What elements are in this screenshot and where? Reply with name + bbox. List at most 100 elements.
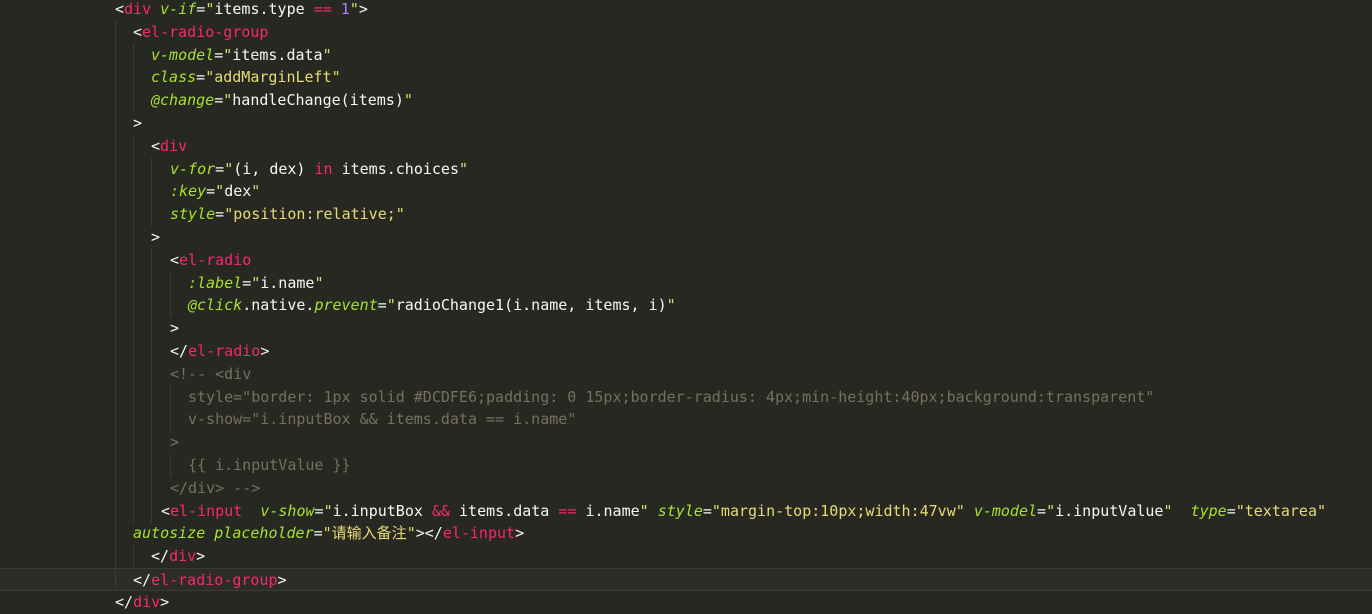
code-token: =	[196, 0, 206, 18]
indent-guide	[170, 271, 171, 295]
code-token: =	[1037, 501, 1047, 520]
code-token: </	[151, 547, 170, 566]
code-line[interactable]: @click.native.prevent="radioChange1(i.na…	[0, 294, 1372, 318]
code-token: >	[170, 319, 180, 338]
code-line[interactable]: <el-radio	[0, 248, 1372, 272]
code-token: <!-- <div	[170, 364, 252, 383]
code-token: =	[1226, 501, 1236, 520]
code-line[interactable]: style="border: 1px solid #DCDFE6;padding…	[0, 385, 1372, 409]
code-token: prevent	[314, 296, 378, 315]
code-line[interactable]: v-for="(i, dex) in items.choices"	[0, 157, 1372, 181]
code-token: ==	[313, 0, 332, 18]
code-token: v-show="i.inputBox && items.data == i.na…	[188, 410, 577, 429]
code-token: >	[151, 228, 161, 246]
code-token: <	[151, 136, 161, 155]
code-line[interactable]: </el-radio>	[0, 340, 1372, 363]
code-token: =	[242, 273, 252, 292]
indent-guide	[151, 294, 152, 318]
code-token: autosize	[133, 524, 206, 543]
code-token: div	[169, 547, 197, 566]
code-token: =	[377, 296, 387, 315]
code-token: &&	[431, 501, 450, 520]
indent-guide	[133, 454, 134, 477]
indent-guide	[133, 134, 134, 158]
code-text: </div>	[115, 591, 169, 614]
code-token: el-input	[170, 501, 243, 520]
indent-guide	[133, 226, 134, 249]
code-text: {{ i.inputValue }}	[188, 454, 351, 477]
code-line[interactable]: <div v-if="items.type == 1">	[0, 0, 1372, 21]
code-line[interactable]: style="position:relative;"	[0, 203, 1372, 227]
code-line[interactable]: </div>	[0, 591, 1372, 614]
code-text: :label="i.name"	[188, 272, 323, 295]
code-token: ></	[415, 524, 443, 543]
code-line[interactable]: <!-- <div	[0, 362, 1372, 386]
indent-guide	[133, 408, 134, 432]
code-text: <div	[151, 135, 187, 158]
code-token: =	[196, 68, 206, 87]
code-token: </	[170, 342, 189, 360]
indent-guide	[115, 362, 116, 386]
code-token: ==	[558, 501, 577, 520]
indent-guide	[151, 317, 152, 341]
code-token: >	[196, 547, 206, 566]
code-line[interactable]: @change="handleChange(items)"	[0, 89, 1372, 113]
code-text: <el-radio-group	[133, 21, 268, 44]
code-text: </div>	[151, 545, 205, 568]
code-line[interactable]: >	[0, 226, 1372, 249]
code-token: radioChange1(i.name, items, i)	[395, 296, 667, 315]
indent-guide	[115, 294, 116, 318]
code-line[interactable]: autosize placeholder="请输入备注"></el-input>	[0, 522, 1372, 546]
code-line[interactable]: >	[0, 431, 1372, 455]
code-line[interactable]: class="addMarginLeft"	[0, 66, 1372, 90]
code-line[interactable]: v-model="items.data"	[0, 43, 1372, 67]
code-token: >	[260, 342, 270, 360]
code-token: el-radio	[188, 342, 261, 360]
code-token: i.inputBox	[332, 501, 432, 520]
code-line[interactable]: {{ i.inputValue }}	[0, 454, 1372, 477]
code-text: >	[170, 317, 179, 340]
indent-guide	[115, 89, 116, 113]
code-token: handleChange(items)	[232, 91, 404, 110]
code-text: style="position:relative;"	[170, 203, 405, 226]
code-token: "	[639, 501, 649, 520]
code-token: type	[1190, 501, 1227, 520]
code-token: <	[115, 0, 125, 18]
code-token: </div> -->	[170, 478, 261, 497]
code-text: >	[170, 431, 179, 454]
indent-guide	[133, 157, 134, 181]
code-token: "	[224, 159, 234, 178]
code-token: el-radio-group	[142, 22, 269, 41]
code-line[interactable]: v-show="i.inputBox && items.data == i.na…	[0, 408, 1372, 432]
code-line[interactable]: </div>	[0, 545, 1372, 569]
code-line[interactable]: >	[0, 317, 1372, 341]
indent-guide	[151, 180, 152, 204]
code-line[interactable]: <div	[0, 134, 1372, 158]
code-token: "position:relative;"	[224, 205, 405, 224]
code-editor[interactable]: <div v-if="items.type == 1"> <el-radio-gr…	[0, 0, 1372, 614]
indent-guide	[115, 431, 116, 455]
code-line[interactable]: :label="i.name"	[0, 271, 1372, 295]
indent-guide	[151, 454, 152, 477]
code-line[interactable]: <el-input v-show="i.inputBox && items.da…	[0, 499, 1372, 523]
code-token: in	[314, 159, 333, 178]
indent-guide	[151, 248, 152, 272]
code-text: :key="dex"	[170, 180, 260, 203]
code-line[interactable]: </el-radio-group>	[0, 568, 1372, 591]
code-token: style	[170, 205, 216, 224]
indent-guide	[115, 545, 116, 569]
code-line[interactable]: :key="dex"	[0, 180, 1372, 204]
code-line[interactable]: >	[0, 112, 1372, 135]
code-token: =	[702, 501, 712, 520]
code-line[interactable]: </div> -->	[0, 476, 1372, 500]
code-token: "	[386, 296, 396, 315]
code-token: =	[214, 45, 224, 64]
code-token: >	[133, 114, 143, 132]
code-line[interactable]: <el-radio-group	[0, 20, 1372, 44]
indent-guide	[133, 203, 134, 227]
indent-guide	[133, 294, 134, 318]
indent-guide	[151, 362, 152, 386]
